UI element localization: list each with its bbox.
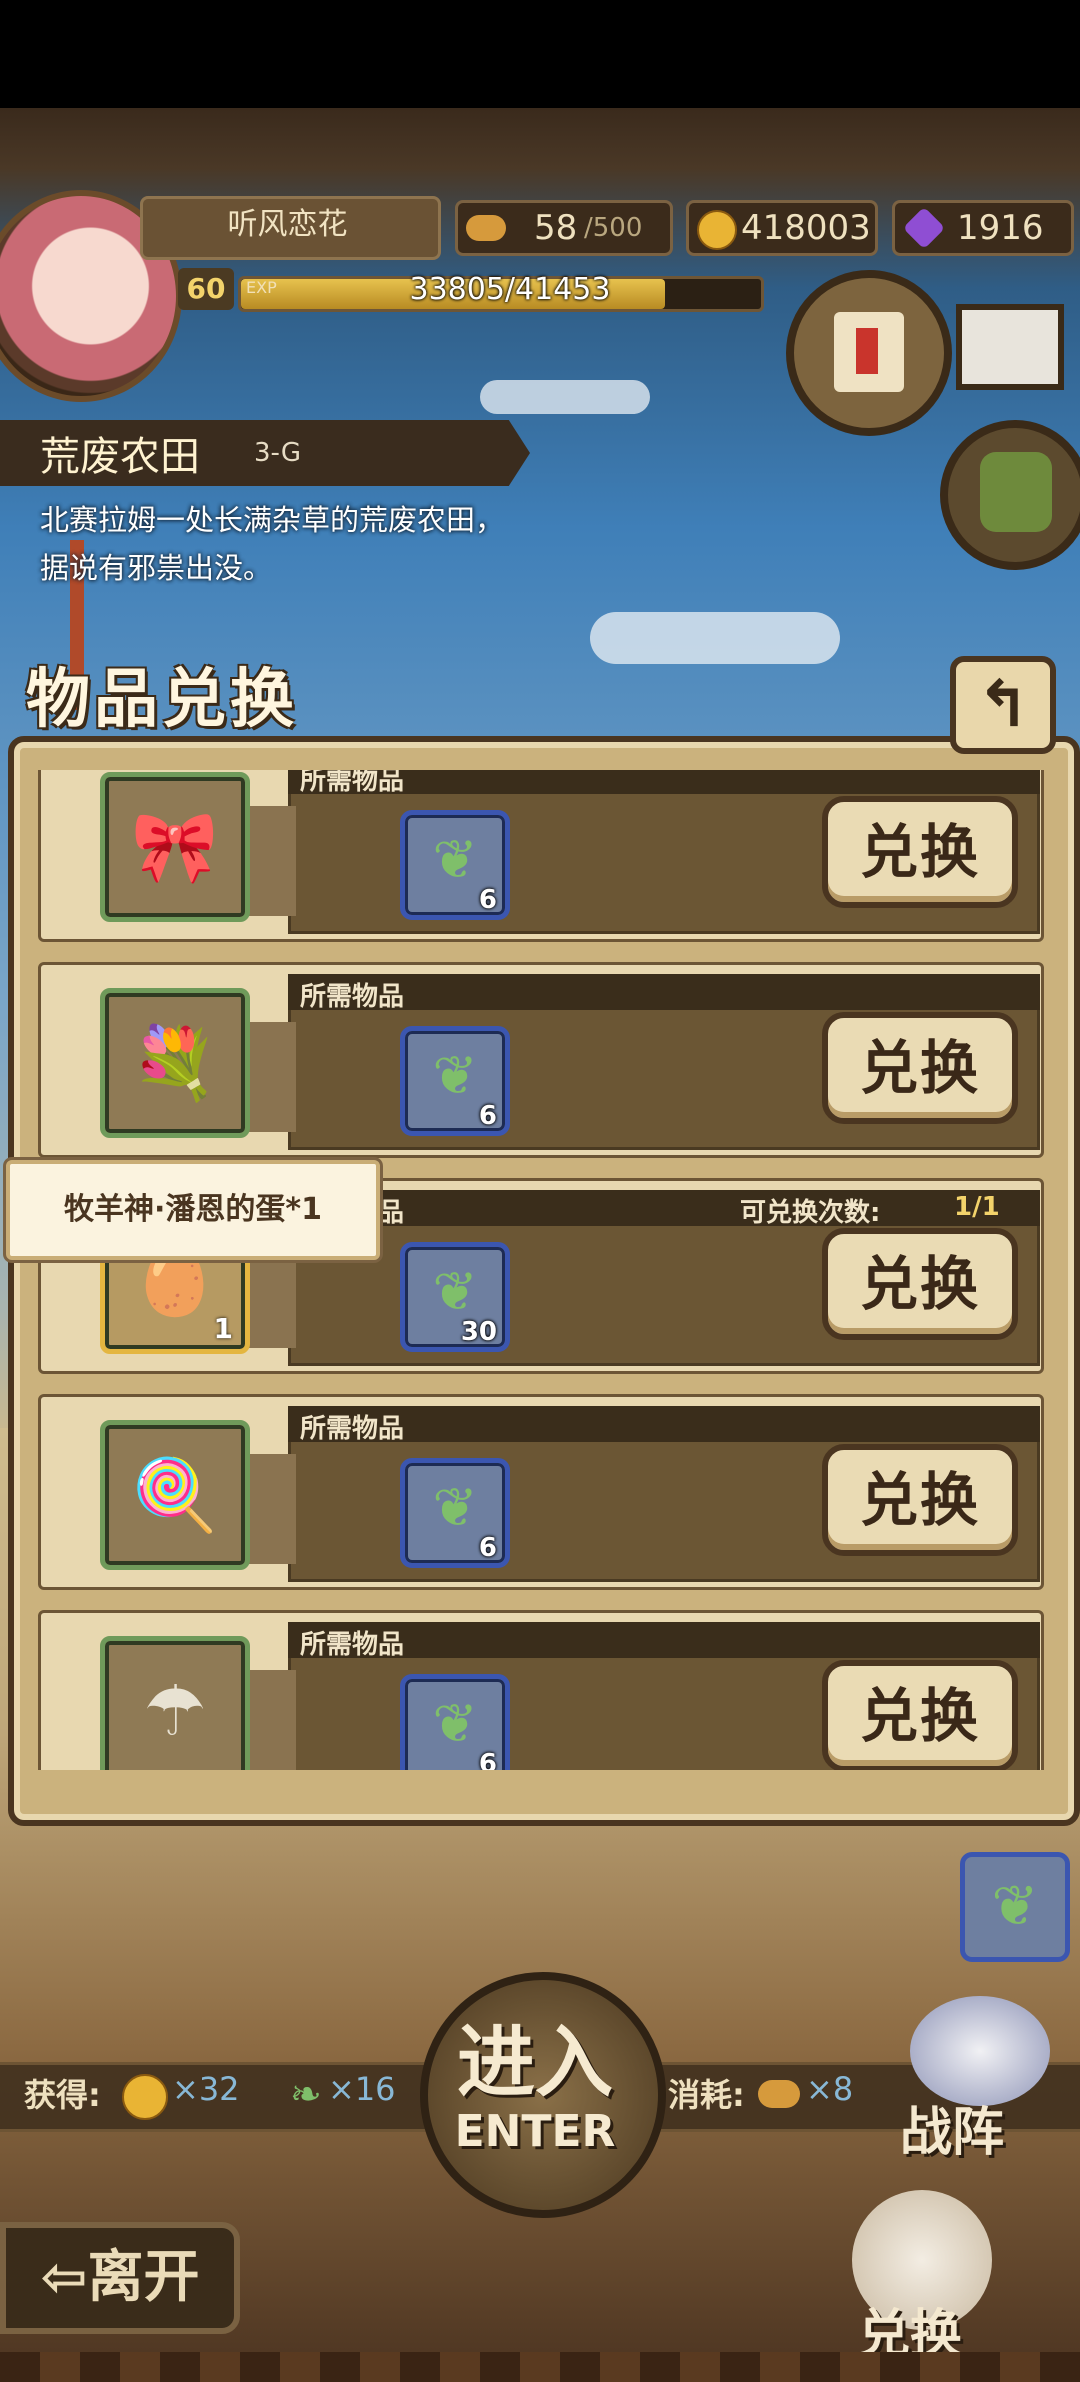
leave-label: 离开 bbox=[87, 2245, 200, 2310]
bread-icon bbox=[758, 2080, 800, 2108]
ribbon-charm-icon: 🎀 bbox=[131, 806, 219, 888]
exchange-button[interactable]: 兑换 bbox=[822, 1228, 1018, 1340]
required-qty: 6 bbox=[478, 1749, 497, 1770]
back-button[interactable]: ↰ bbox=[950, 656, 1056, 754]
required-items-label: 所需物品 bbox=[300, 1630, 405, 1660]
reward-item-slot[interactable]: 💐 bbox=[100, 988, 250, 1138]
gem-icon bbox=[902, 206, 946, 250]
quest-scroll-button[interactable] bbox=[786, 270, 952, 436]
status-bar bbox=[0, 0, 1080, 108]
mail-icon[interactable] bbox=[956, 304, 1064, 390]
left-arrow-icon: ⇦ bbox=[40, 2245, 88, 2310]
level-badge: 60 bbox=[178, 268, 234, 310]
pink-lollipop-icon: 🍭 bbox=[131, 1454, 219, 1536]
feather-reward: ×16 bbox=[328, 2070, 396, 2108]
gold-reward: ×32 bbox=[172, 2070, 240, 2108]
list-item: 所需物品 ☂ ❦ 6 兑换 bbox=[38, 1610, 1044, 1770]
required-items-label: 所需物品 bbox=[300, 1414, 405, 1444]
list-item: 所需物品 💐 ❦ 6 兑换 bbox=[38, 962, 1044, 1158]
bread-icon bbox=[466, 215, 506, 241]
gold-coin-icon bbox=[697, 210, 737, 250]
reward-item-slot[interactable]: 🍭 bbox=[100, 1420, 250, 1570]
cloud bbox=[480, 380, 650, 414]
required-items-label: 所需物品 bbox=[300, 982, 405, 1012]
stage-name: 荒废农田 bbox=[40, 434, 200, 480]
umbrella-icon: ☂ bbox=[143, 1670, 207, 1752]
flower-bouquet-icon: 💐 bbox=[131, 1022, 219, 1104]
gem-value: 1916 bbox=[957, 208, 1044, 248]
stamina-counter[interactable]: 58 /500 bbox=[455, 200, 673, 256]
exp-value: 33805/41453 bbox=[409, 272, 611, 307]
stamina-max: /500 bbox=[584, 213, 643, 243]
backpack-button[interactable] bbox=[940, 420, 1080, 570]
required-qty: 30 bbox=[460, 1317, 497, 1347]
required-item-slot[interactable]: ❦ 6 bbox=[400, 1458, 510, 1568]
enter-label: 进入 bbox=[456, 2018, 613, 2108]
item-tooltip: 牧羊神·潘恩的蛋*1 bbox=[6, 1160, 380, 1260]
cloud bbox=[590, 612, 840, 664]
player-name: 听风恋花 bbox=[227, 207, 348, 242]
leave-button[interactable]: ⇦离开 bbox=[0, 2222, 240, 2334]
gold-value: 418003 bbox=[741, 208, 871, 248]
exchange-count-label: 可兑换次数: bbox=[740, 1198, 881, 1228]
exp-label: EXP bbox=[246, 278, 277, 297]
reward-item-slot[interactable]: 🎀 bbox=[100, 772, 250, 922]
exchange-button[interactable]: 兑换 bbox=[822, 1660, 1018, 1770]
exchange-button[interactable]: 兑换 bbox=[822, 796, 1018, 908]
gold-coin-icon bbox=[122, 2074, 168, 2120]
exchange-list[interactable]: 所需物品 🎀 ❦ 6 兑换 所需物品 💐 ❦ 6 兑换 所需物品 可兑换次数: bbox=[38, 770, 1044, 1770]
required-qty: 6 bbox=[478, 1533, 497, 1563]
formation-label: 战阵 bbox=[900, 2103, 1005, 2163]
required-item-slot[interactable]: ❦ 30 bbox=[400, 1242, 510, 1352]
required-qty: 6 bbox=[478, 885, 497, 915]
enter-label-en: ENTER bbox=[454, 2106, 616, 2157]
required-items-label: 所需物品 bbox=[300, 770, 405, 796]
stamina-value: 58 bbox=[534, 208, 578, 248]
scroll-mark bbox=[856, 328, 878, 374]
bottom-border bbox=[0, 2352, 1080, 2382]
herb-leaf-icon[interactable]: ❦ bbox=[960, 1852, 1070, 1962]
backpack-icon bbox=[980, 452, 1052, 532]
obtain-label: 获得: bbox=[24, 2076, 101, 2114]
return-arrow-icon: ↰ bbox=[976, 668, 1030, 742]
stage-description: 北赛拉姆一处长满杂草的荒废农田，据说有邪祟出没。 bbox=[40, 503, 505, 585]
gem-counter[interactable]: 1916 bbox=[892, 200, 1074, 256]
stage-code: 3-G bbox=[254, 438, 302, 468]
gold-counter[interactable]: 418003 bbox=[686, 200, 878, 256]
item-qty: 1 bbox=[213, 1312, 233, 1345]
feather-icon: ❧ bbox=[290, 2072, 322, 2116]
list-item: 所需物品 🍭 ❦ 6 兑换 bbox=[38, 1394, 1044, 1590]
required-item-slot[interactable]: ❦ 6 bbox=[400, 1026, 510, 1136]
reward-item-slot[interactable]: ☂ bbox=[100, 1636, 250, 1770]
exchange-button[interactable]: 兑换 bbox=[822, 1012, 1018, 1124]
list-item: 所需物品 🎀 ❦ 6 兑换 bbox=[38, 770, 1044, 942]
required-item-slot[interactable]: ❦ 6 bbox=[400, 1674, 510, 1770]
exchange-button[interactable]: 兑换 bbox=[822, 1444, 1018, 1556]
consume-label: 消耗: bbox=[668, 2076, 745, 2114]
stamina-cost: ×8 bbox=[806, 2070, 854, 2108]
panel-title: 物品兑换 bbox=[26, 663, 298, 737]
required-qty: 6 bbox=[478, 1101, 497, 1131]
required-item-slot[interactable]: ❦ 6 bbox=[400, 810, 510, 920]
exchange-count-value: 1/1 bbox=[954, 1192, 1000, 1222]
